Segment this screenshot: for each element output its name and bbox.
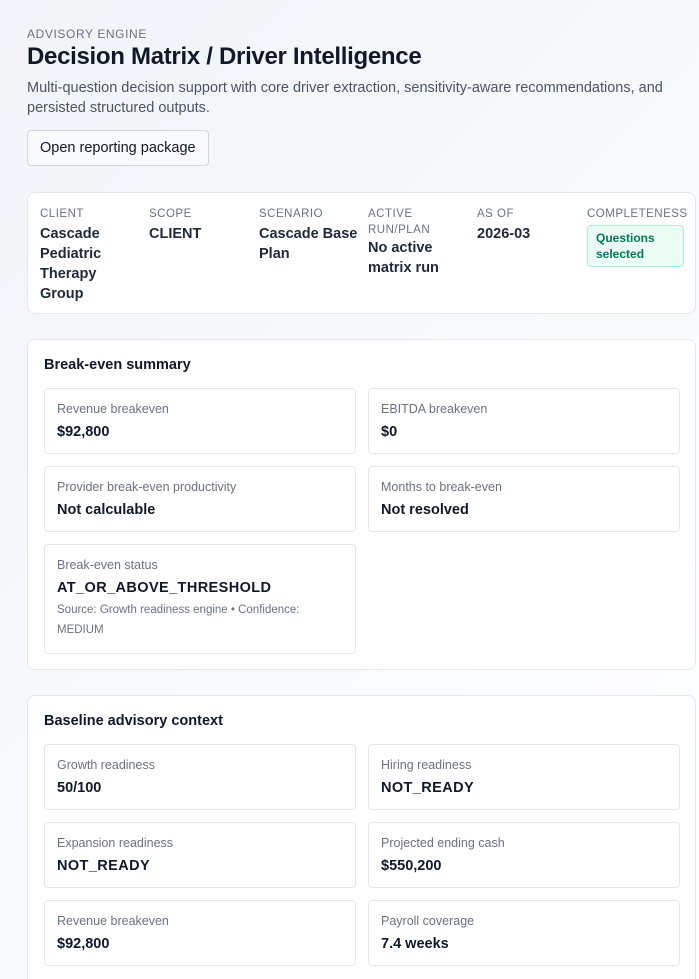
metric-value: $550,200 xyxy=(381,858,442,874)
metric-value: 50/100 xyxy=(57,780,102,796)
metric-value: Not calculable xyxy=(57,502,156,518)
metric-source-note: Source: Growth readiness engine • Confid… xyxy=(57,604,300,636)
baseline-context-card: Baseline advisory context Growth readine… xyxy=(27,695,696,979)
metric-label: Expansion readiness xyxy=(57,836,174,850)
page-eyebrow: ADVISORY ENGINE xyxy=(27,27,147,41)
metric-value: 7.4 weeks xyxy=(381,936,449,952)
baseline-section-title: Baseline advisory context xyxy=(44,713,223,729)
breakeven-status-metric: Break-even status AT_OR_ABOVE_THRESHOLD … xyxy=(44,544,356,654)
expansion-readiness-metric: Expansion readiness NOT_READY xyxy=(44,822,356,888)
metric-value: AT_OR_ABOVE_THRESHOLD xyxy=(57,580,272,596)
metric-label: Growth readiness xyxy=(57,758,155,772)
completeness-status-badge: Questions selected xyxy=(587,225,684,267)
client-field: CLIENT Cascade Pediatric Therapy Group xyxy=(40,206,145,304)
scenario-field: SCENARIO Cascade Base Plan xyxy=(259,206,364,264)
completeness-field: COMPLETENESS Questions selected xyxy=(587,206,687,267)
metric-label: Months to break-even xyxy=(381,480,502,494)
metric-label: Hiring readiness xyxy=(381,758,472,772)
metric-value: NOT_READY xyxy=(381,780,475,796)
scope-value: CLIENT xyxy=(149,226,202,242)
as-of-field: AS OF 2026-03 xyxy=(477,206,582,244)
metric-label: Revenue breakeven xyxy=(57,402,169,416)
client-label: CLIENT xyxy=(40,208,84,220)
page-title: Decision Matrix / Driver Intelligence xyxy=(27,43,422,70)
breakeven-summary-card: Break-even summary Revenue breakeven $92… xyxy=(27,339,696,670)
metric-value: NOT_READY xyxy=(57,858,151,874)
client-value: Cascade Pediatric Therapy Group xyxy=(40,226,102,302)
metric-value: Not resolved xyxy=(381,502,469,518)
hiring-readiness-metric: Hiring readiness NOT_READY xyxy=(368,744,680,810)
metric-value: $92,800 xyxy=(57,424,110,440)
open-reporting-package-button[interactable]: Open reporting package xyxy=(27,130,209,166)
scope-field: SCOPE CLIENT xyxy=(149,206,254,244)
metric-value: $0 xyxy=(381,424,398,440)
as-of-value: 2026-03 xyxy=(477,226,531,242)
active-run-value: No active matrix run xyxy=(368,240,439,276)
breakeven-section-title: Break-even summary xyxy=(44,357,191,373)
active-run-field: ACTIVE RUN/PLAN No active matrix run xyxy=(368,206,473,278)
projected-ending-cash-metric: Projected ending cash $550,200 xyxy=(368,822,680,888)
metric-value: $92,800 xyxy=(57,936,110,952)
metric-label: EBITDA breakeven xyxy=(381,402,488,416)
context-card: CLIENT Cascade Pediatric Therapy Group S… xyxy=(27,192,696,314)
metric-label: Payroll coverage xyxy=(381,914,475,928)
scenario-value: Cascade Base Plan xyxy=(259,226,358,262)
baseline-revenue-breakeven-metric: Revenue breakeven $92,800 xyxy=(44,900,356,966)
scenario-label: SCENARIO xyxy=(259,208,324,220)
active-run-label: ACTIVE RUN/PLAN xyxy=(368,208,431,236)
revenue-breakeven-metric: Revenue breakeven $92,800 xyxy=(44,388,356,454)
provider-productivity-metric: Provider break-even productivity Not cal… xyxy=(44,466,356,532)
metric-label: Projected ending cash xyxy=(381,836,505,850)
completeness-label: COMPLETENESS xyxy=(587,208,688,220)
metric-label: Revenue breakeven xyxy=(57,914,169,928)
growth-readiness-metric: Growth readiness 50/100 xyxy=(44,744,356,810)
ebitda-breakeven-metric: EBITDA breakeven $0 xyxy=(368,388,680,454)
metric-label: Provider break-even productivity xyxy=(57,480,237,494)
as-of-label: AS OF xyxy=(477,208,515,220)
scope-label: SCOPE xyxy=(149,208,192,220)
months-to-breakeven-metric: Months to break-even Not resolved xyxy=(368,466,680,532)
metric-label: Break-even status xyxy=(57,558,158,572)
page-subtitle: Multi-question decision support with cor… xyxy=(27,80,663,116)
payroll-coverage-metric: Payroll coverage 7.4 weeks xyxy=(368,900,680,966)
